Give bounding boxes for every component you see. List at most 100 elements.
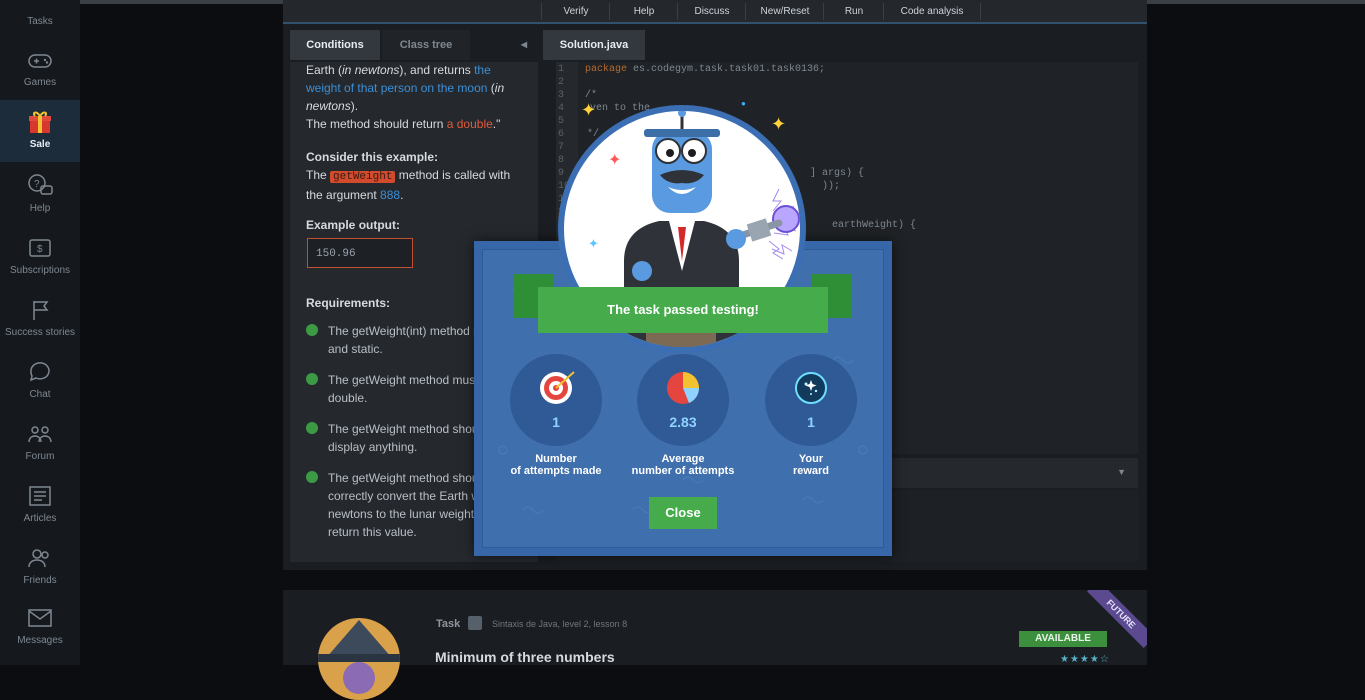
line-number: 1 — [558, 64, 565, 75]
sidebar-item-chat[interactable]: Chat — [0, 348, 80, 410]
check-icon — [306, 373, 318, 385]
sidebar-item-label: Help — [29, 203, 51, 214]
code-line: )); — [822, 181, 841, 192]
sidebar-item-games[interactable]: Games — [0, 38, 80, 100]
collapse-panel-icon[interactable]: ◀ — [514, 30, 534, 60]
task-title[interactable]: Minimum of three numbers — [435, 649, 615, 665]
svg-text:$: $ — [37, 244, 43, 255]
forum-icon — [28, 426, 52, 443]
sidebar-item-label: Friends — [23, 575, 57, 586]
sidebar-item-label: Tasks — [27, 16, 53, 27]
editor-toolbar: Verify Help Discuss New/Reset Run Code a… — [283, 0, 1147, 24]
sidebar: Tasks Games Sale ? Help $ Subscriptions … — [0, 0, 80, 665]
run-button[interactable]: Run — [823, 3, 884, 20]
lock-icon — [468, 616, 482, 630]
line-number: 2 — [558, 77, 565, 88]
stat-label-line: reward — [792, 465, 830, 477]
stat-label-line: Number — [535, 453, 577, 465]
svg-text:?: ? — [34, 179, 40, 190]
output-heading: Example output: — [306, 218, 401, 232]
tab-class-tree[interactable]: Class tree — [382, 30, 470, 60]
pie-chart-icon — [667, 372, 700, 404]
example-heading: Consider this example: — [306, 150, 439, 164]
sparkle-icon: ✦ — [771, 114, 787, 134]
sparkle-icon: ● — [741, 99, 746, 108]
new-reset-button[interactable]: New/Reset — [745, 3, 824, 20]
task-highlight: 888 — [380, 188, 401, 202]
sidebar-item-label: Messages — [17, 635, 63, 646]
line-number: 4 — [558, 103, 565, 114]
inline-code: getWeight — [330, 171, 396, 183]
stat-reward-circle — [765, 354, 857, 446]
line-number: 9 — [558, 168, 565, 179]
sidebar-item-forum[interactable]: Forum — [0, 410, 80, 472]
sidebar-item-label: Chat — [29, 389, 51, 400]
stat-label-line: Average — [661, 453, 705, 465]
code-analysis-button[interactable]: Code analysis — [883, 3, 981, 20]
sidebar-item-sale[interactable]: Sale — [0, 100, 80, 162]
stat-label-line: number of attempts — [631, 465, 735, 477]
gamepad-icon — [28, 54, 52, 68]
stat-reward-value: 1 — [807, 414, 815, 430]
line-number: 6 — [558, 129, 565, 140]
task-text: The — [306, 168, 331, 182]
sidebar-item-messages[interactable]: Messages — [0, 596, 80, 658]
chat-icon — [29, 362, 50, 382]
close-button[interactable]: Close — [649, 497, 717, 529]
flag-icon — [33, 301, 49, 320]
discuss-button[interactable]: Discuss — [677, 3, 746, 20]
stat-average-value: 2.83 — [669, 414, 697, 430]
code-text: es.codegym.task.task01.task0136; — [627, 64, 826, 75]
help-bubble-icon: ? — [28, 174, 53, 195]
sidebar-item-articles[interactable]: Articles — [0, 472, 80, 534]
gift-icon — [29, 111, 51, 133]
target-icon — [540, 371, 575, 404]
next-task-card[interactable] — [283, 590, 1147, 665]
check-icon — [306, 422, 318, 434]
sidebar-item-label: Articles — [23, 513, 57, 524]
stat-average-circle — [637, 354, 729, 446]
sidebar-item-help[interactable]: ? Help — [0, 162, 80, 224]
help-button[interactable]: Help — [609, 3, 678, 20]
task-text: ). — [350, 99, 359, 113]
task-highlight: a double — [446, 117, 493, 131]
sidebar-item-label: Sale — [29, 139, 51, 150]
modal-title: The task passed testing! — [538, 287, 828, 333]
sparkle-icon: ✦ — [608, 152, 622, 169]
line-number: 3 — [558, 90, 565, 101]
tab-conditions[interactable]: Conditions — [290, 30, 380, 60]
verify-button[interactable]: Verify — [541, 3, 610, 20]
stat-label-line: of attempts made — [510, 465, 602, 477]
rating-stars: ★★★★☆ — [1060, 654, 1110, 665]
stat-attempts-value: 1 — [552, 414, 560, 430]
chevron-down-icon[interactable]: ▼ — [1117, 467, 1126, 477]
tab-solution-java[interactable]: Solution.java — [543, 30, 645, 60]
line-number: 7 — [558, 142, 565, 153]
task-text-italic: in newtons — [342, 63, 400, 77]
code-line: earthWeight) { — [832, 220, 917, 231]
sidebar-item-subscriptions[interactable]: $ Subscriptions — [0, 224, 80, 286]
friends-icon — [28, 549, 49, 568]
envelope-icon — [28, 609, 52, 627]
code-line: ] args) { — [810, 168, 865, 179]
sparkle-icon: ✦ — [588, 236, 599, 251]
stat-label-line: Your — [798, 453, 824, 465]
task-description: Earth (in newtons), and returns the weig… — [306, 61, 516, 133]
sidebar-item-label: Games — [23, 77, 57, 88]
task-avatar — [318, 618, 400, 700]
sparkle-icon: ✦ — [581, 100, 597, 120]
task-text: The method should return — [306, 117, 447, 131]
future-ribbon: FUTURE — [1087, 590, 1147, 648]
sidebar-item-tasks[interactable]: Tasks — [0, 0, 80, 34]
code-line: package es.codegym.task.task01.task0136; — [585, 64, 825, 75]
line-number: 5 — [558, 116, 565, 127]
sidebar-item-label: Forum — [25, 451, 55, 462]
line-number: 8 — [558, 155, 565, 166]
stat-attempts-circle — [510, 354, 602, 446]
sidebar-item-success-stories[interactable]: Success stories — [0, 286, 80, 348]
task-text: . — [400, 188, 404, 202]
stat-reward-label: Your reward — [741, 453, 881, 477]
task-text: ." — [492, 117, 501, 131]
subscription-icon: $ — [29, 239, 51, 257]
sidebar-item-friends[interactable]: Friends — [0, 534, 80, 596]
